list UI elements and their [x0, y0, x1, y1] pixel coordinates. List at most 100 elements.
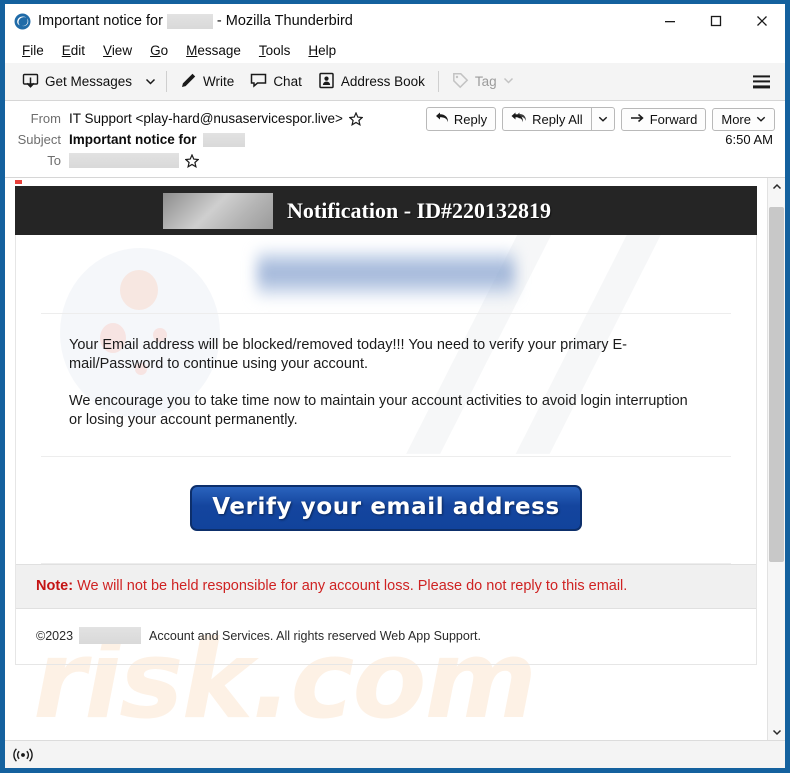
- email-footer-copyright: ©2023: [36, 628, 74, 643]
- menu-file[interactable]: File: [13, 41, 53, 61]
- caret-marker: [15, 180, 22, 184]
- reply-label: Reply: [453, 111, 488, 127]
- email-footer: ©2023 Account and Services. All rights r…: [16, 609, 756, 664]
- forward-button[interactable]: Forward: [620, 107, 707, 131]
- menu-bar: File Edit View Go Message Tools Help: [5, 38, 785, 63]
- menu-view[interactable]: View: [94, 41, 141, 61]
- menu-tools-rest: ools: [265, 42, 291, 58]
- menu-edit-label: E: [61, 42, 71, 58]
- pencil-icon: [180, 72, 197, 92]
- chat-icon: [250, 72, 267, 92]
- star-icon-to[interactable]: [184, 153, 200, 168]
- window-title: Important notice for - Mozilla Thunderbi…: [38, 13, 353, 29]
- email-footer-text: Account and Services. All rights reserve…: [149, 628, 481, 643]
- to-row: To: [5, 150, 785, 171]
- from-value[interactable]: IT Support <play-hard@nusaservicespor.li…: [69, 110, 343, 127]
- menu-message[interactable]: Message: [177, 41, 250, 61]
- close-button[interactable]: [739, 4, 785, 38]
- blurred-brand-wordmark: [257, 251, 515, 297]
- reply-all-icon: [511, 111, 527, 127]
- menu-help-label: H: [308, 42, 319, 58]
- hamburger-line-1: [753, 74, 770, 78]
- email-card: Your Email address will be blocked/remov…: [15, 235, 757, 665]
- email-banner: Notification - ID#220132819: [15, 186, 757, 235]
- get-messages-label: Get Messages: [45, 74, 133, 89]
- email-note-prefix: Note:: [36, 578, 74, 594]
- star-icon-from[interactable]: [348, 111, 364, 126]
- menu-help-rest: elp: [318, 42, 337, 58]
- menu-tools[interactable]: Tools: [250, 41, 300, 61]
- menu-view-rest: iew: [111, 42, 133, 58]
- reply-button[interactable]: Reply: [425, 107, 497, 131]
- verify-email-button[interactable]: Verify your email address: [190, 485, 582, 531]
- get-messages-dropdown[interactable]: [140, 71, 161, 92]
- chevron-down-icon-more: [756, 112, 766, 127]
- broadcast-icon[interactable]: [13, 747, 33, 763]
- reply-all-button[interactable]: Reply All: [502, 107, 591, 131]
- minimize-button[interactable]: [647, 4, 693, 38]
- menu-help[interactable]: Help: [299, 41, 345, 61]
- subject-value-wrap: Important notice for: [69, 131, 245, 148]
- address-book-button[interactable]: Address Book: [310, 67, 433, 97]
- write-button[interactable]: Write: [172, 67, 242, 97]
- to-redacted-address: [69, 153, 179, 168]
- toolbar-separator-2: [437, 71, 439, 92]
- menu-tools-label: T: [258, 42, 266, 58]
- window-controls: [647, 4, 785, 38]
- menu-edit[interactable]: Edit: [53, 41, 94, 61]
- chevron-down-icon: [503, 74, 514, 89]
- scroll-down-button[interactable]: [768, 723, 785, 740]
- more-label: More: [721, 111, 751, 127]
- hamburger-line-2: [753, 80, 770, 83]
- message-header: From IT Support <play-hard@nusaservicesp…: [5, 101, 785, 178]
- hamburger-line-3: [753, 85, 770, 89]
- reply-all-group: Reply All: [502, 107, 615, 131]
- email-cta-row: Verify your email address: [41, 457, 731, 564]
- email-note: Note: We will not be held responsible fo…: [16, 564, 756, 609]
- scrollbar-thumb[interactable]: [769, 207, 784, 562]
- tag-button[interactable]: Tag: [444, 67, 522, 97]
- menu-go[interactable]: Go: [141, 41, 177, 61]
- more-button[interactable]: More: [712, 107, 775, 131]
- email-footer-redacted-brand: [79, 627, 142, 644]
- email-body-text: Your Email address will be blocked/remov…: [41, 314, 731, 457]
- thunderbird-icon: [14, 13, 31, 30]
- message-pane: // risk.com Notification - ID#220132819 …: [5, 178, 785, 740]
- email-note-text: We will not be held responsible for any …: [73, 578, 628, 594]
- to-value-wrap: [69, 153, 200, 168]
- subject-value: Important notice for: [69, 132, 197, 147]
- reply-all-label: Reply All: [532, 111, 583, 127]
- message-timestamp: 6:50 AM: [725, 132, 773, 147]
- window-title-suffix: - Mozilla Thunderbird: [216, 13, 353, 29]
- app-menu-button[interactable]: [747, 69, 776, 94]
- get-messages-button[interactable]: Get Messages: [14, 67, 140, 97]
- toolbar-separator-1: [166, 71, 168, 92]
- menu-view-label: V: [103, 42, 112, 58]
- email-paragraph-2: We encourage you to take time now to mai…: [69, 393, 688, 428]
- forward-label: Forward: [649, 111, 698, 127]
- reply-all-dropdown[interactable]: [590, 107, 615, 131]
- menu-file-label: F: [22, 42, 31, 58]
- content-scrollbar[interactable]: [767, 178, 785, 740]
- subject-label: Subject: [17, 132, 61, 147]
- subject-row: Subject Important notice for: [5, 129, 785, 150]
- menu-message-rest: essage: [197, 42, 241, 58]
- main-toolbar: Get Messages Write Chat Address Book Tag: [5, 63, 785, 101]
- status-bar: [5, 740, 785, 768]
- menu-file-rest: ile: [30, 42, 44, 58]
- window-title-prefix: Important notice for: [38, 13, 163, 29]
- subject-redacted-brand: [202, 132, 245, 147]
- menu-go-label: G: [150, 42, 161, 58]
- maximize-button[interactable]: [693, 4, 739, 38]
- banner-redacted-logo: [163, 192, 273, 229]
- menu-edit-rest: dit: [70, 42, 86, 58]
- chat-label: Chat: [273, 74, 302, 89]
- scrollbar-track[interactable]: [768, 195, 785, 723]
- scroll-up-button[interactable]: [768, 178, 785, 195]
- download-icon: [22, 72, 39, 92]
- banner-title: Notification - ID#220132819: [287, 197, 551, 223]
- message-actions: Reply Reply All Forward More: [420, 107, 775, 131]
- tag-icon: [452, 72, 469, 92]
- from-value-wrap: IT Support <play-hard@nusaservicespor.li…: [69, 110, 364, 127]
- chat-button[interactable]: Chat: [242, 67, 310, 97]
